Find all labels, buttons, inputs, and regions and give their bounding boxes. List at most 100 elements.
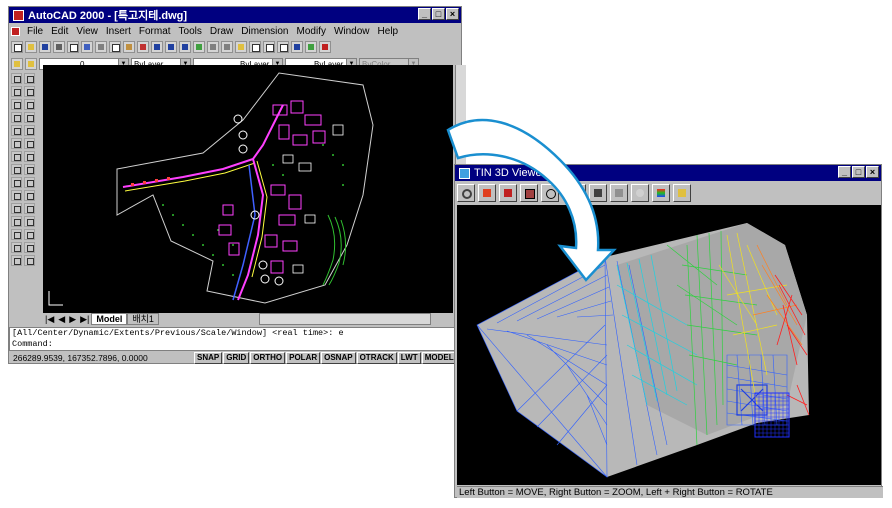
tin-app-icon[interactable] — [459, 167, 470, 179]
copy-object-icon[interactable] — [24, 86, 35, 97]
redo-icon[interactable] — [165, 41, 177, 53]
menu-window[interactable]: Window — [330, 26, 374, 37]
make-block-icon[interactable] — [11, 203, 22, 214]
command-window[interactable]: [All/Center/Dynamic/Extents/Previous/Sca… — [9, 327, 461, 351]
hatch-icon[interactable] — [11, 229, 22, 240]
menu-help[interactable]: Help — [374, 26, 403, 37]
stretch-icon[interactable] — [24, 177, 35, 188]
region-icon[interactable] — [11, 242, 22, 253]
box-icon[interactable] — [478, 184, 496, 202]
match-icon[interactable] — [137, 41, 149, 53]
save-icon[interactable] — [39, 41, 51, 53]
zoom-previous-icon[interactable] — [277, 41, 289, 53]
open-icon[interactable] — [25, 41, 37, 53]
snap-toggle[interactable]: SNAP — [194, 351, 223, 364]
tab-nav-prev[interactable]: ◀ — [56, 314, 67, 325]
color-ramp-icon[interactable] — [652, 184, 670, 202]
autocad-app-icon[interactable] — [13, 9, 24, 21]
doc-icon[interactable] — [11, 27, 20, 36]
tab-layout1[interactable]: 배치1 — [127, 313, 159, 325]
grid-toggle[interactable]: GRID — [223, 351, 250, 364]
insert-block-icon[interactable] — [11, 190, 22, 201]
cube-red-icon[interactable] — [499, 184, 517, 202]
menu-format[interactable]: Format — [135, 26, 175, 37]
sphere-shade-icon[interactable] — [631, 184, 649, 202]
erase-icon[interactable] — [24, 73, 35, 84]
copy-icon[interactable] — [109, 41, 121, 53]
close-icon[interactable]: × — [446, 8, 459, 20]
distance-icon[interactable] — [221, 41, 233, 53]
shade-icon[interactable] — [610, 184, 628, 202]
paste-icon[interactable] — [123, 41, 135, 53]
tab-nav-first[interactable]: |◀ — [43, 314, 56, 325]
ellipse-icon[interactable] — [11, 177, 22, 188]
zoom-extents-icon[interactable] — [457, 184, 475, 202]
minimize-icon[interactable]: _ — [418, 8, 431, 20]
model-toggle[interactable]: MODEL — [421, 351, 457, 364]
sphere-icon[interactable] — [541, 184, 559, 202]
inquiry-icon[interactable] — [207, 41, 219, 53]
break-icon[interactable] — [24, 216, 35, 227]
tab-nav-next[interactable]: ▶ — [67, 314, 78, 325]
layers-icon[interactable] — [11, 58, 23, 70]
menu-file[interactable]: File — [23, 26, 47, 37]
layer-current-icon[interactable] — [25, 58, 37, 70]
trim-icon[interactable] — [24, 190, 35, 201]
maximize-icon[interactable]: □ — [852, 166, 865, 178]
chamfer-icon[interactable] — [24, 229, 35, 240]
pan-icon[interactable] — [235, 41, 247, 53]
cut-icon[interactable] — [95, 41, 107, 53]
otrack-toggle[interactable]: OTRACK — [356, 351, 397, 364]
tin-titlebar[interactable]: TIN 3D Viewer _ □ × — [455, 165, 881, 181]
ucs-icon[interactable] — [193, 41, 205, 53]
mirror-icon[interactable] — [24, 99, 35, 110]
autocad-titlebar[interactable]: AutoCAD 2000 - [특고지테.dwg] _ □ × — [9, 7, 461, 23]
maximize-icon[interactable]: □ — [432, 8, 445, 20]
properties-icon[interactable] — [291, 41, 303, 53]
lwt-toggle[interactable]: LWT — [397, 351, 421, 364]
new-icon[interactable] — [11, 41, 23, 53]
close-icon[interactable]: × — [866, 166, 879, 178]
move-icon[interactable] — [24, 138, 35, 149]
polygon-icon[interactable] — [11, 112, 22, 123]
cube-select-icon[interactable] — [520, 184, 538, 202]
extend-icon[interactable] — [24, 203, 35, 214]
menu-view[interactable]: View — [72, 26, 102, 37]
undo-icon[interactable] — [151, 41, 163, 53]
rectangle-icon[interactable] — [11, 125, 22, 136]
hyperlink-icon[interactable] — [179, 41, 191, 53]
line-icon[interactable] — [11, 73, 22, 84]
spell-icon[interactable] — [81, 41, 93, 53]
drawing-canvas[interactable] — [43, 65, 453, 313]
explode-icon[interactable] — [24, 255, 35, 266]
polar-toggle[interactable]: POLAR — [286, 351, 321, 364]
export-icon[interactable] — [673, 184, 691, 202]
menu-tools[interactable]: Tools — [175, 26, 206, 37]
scale-icon[interactable] — [24, 164, 35, 175]
zoom-window-icon[interactable] — [263, 41, 275, 53]
circle-icon[interactable] — [11, 151, 22, 162]
offset-icon[interactable] — [24, 112, 35, 123]
osnap-toggle[interactable]: OSNAP — [321, 351, 356, 364]
minimize-icon[interactable]: _ — [838, 166, 851, 178]
help-icon[interactable] — [319, 41, 331, 53]
design-center-icon[interactable] — [305, 41, 317, 53]
construction-line-icon[interactable] — [11, 86, 22, 97]
preview-icon[interactable] — [67, 41, 79, 53]
spline-icon[interactable] — [11, 164, 22, 175]
menu-dimension[interactable]: Dimension — [237, 26, 292, 37]
tab-nav-last[interactable]: ▶| — [78, 314, 91, 325]
command-prompt[interactable]: Command: — [12, 339, 460, 350]
point-icon[interactable] — [11, 216, 22, 227]
polyline-icon[interactable] — [11, 99, 22, 110]
surface-icon[interactable] — [568, 184, 586, 202]
array-icon[interactable] — [24, 125, 35, 136]
menu-insert[interactable]: Insert — [102, 26, 135, 37]
print-icon[interactable] — [53, 41, 65, 53]
menu-edit[interactable]: Edit — [47, 26, 72, 37]
fillet-icon[interactable] — [24, 242, 35, 253]
rotate-icon[interactable] — [24, 151, 35, 162]
horizontal-scrollbar[interactable] — [258, 313, 431, 325]
arc-icon[interactable] — [11, 138, 22, 149]
menu-draw[interactable]: Draw — [206, 26, 237, 37]
